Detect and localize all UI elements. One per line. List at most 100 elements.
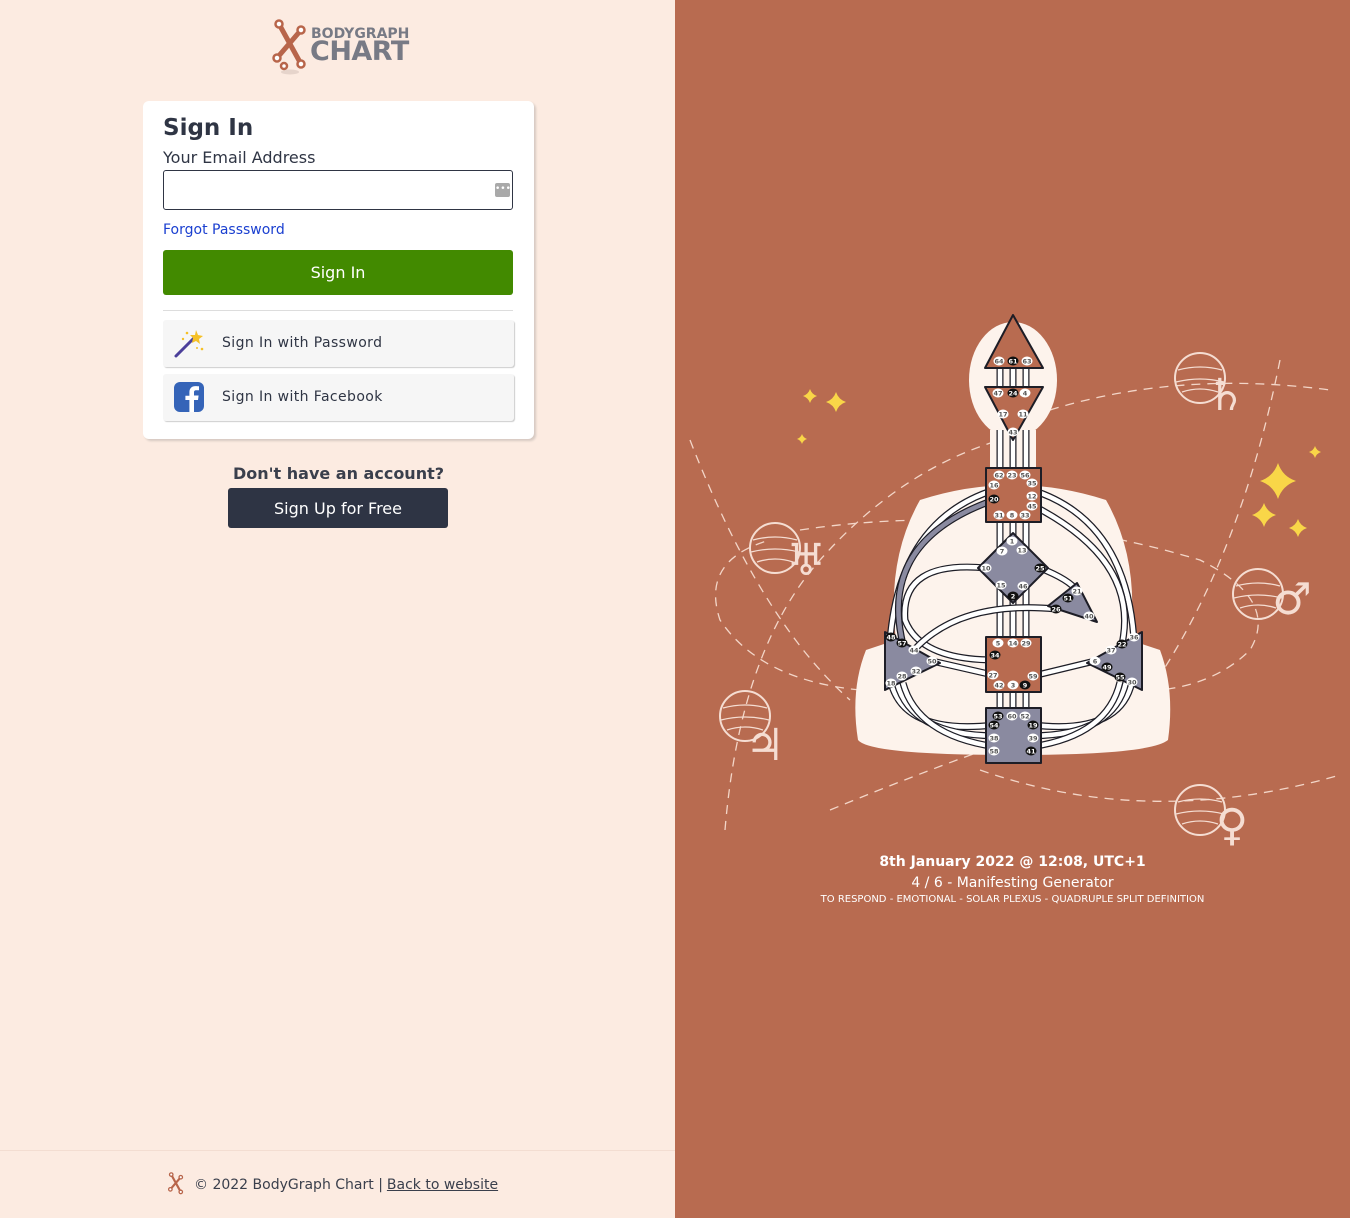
- no-account-prompt: Don't have an account?: [232, 464, 445, 483]
- gate-39: 39: [1027, 733, 1039, 743]
- svg-text:52: 52: [1020, 712, 1029, 720]
- gate-5: 5: [992, 638, 1004, 648]
- sign-up-button[interactable]: Sign Up for Free: [228, 488, 448, 528]
- sign-in-with-password-button[interactable]: Sign In with Password: [163, 320, 514, 367]
- chart-details: TO RESPOND - EMOTIONAL - SOLAR PLEXUS - …: [820, 894, 1205, 905]
- password-manager-icon[interactable]: •••: [495, 183, 511, 197]
- gate-49: 49: [1101, 662, 1113, 672]
- facebook-icon: [174, 382, 204, 412]
- svg-text:8: 8: [1010, 511, 1015, 519]
- svg-text:51: 51: [1063, 594, 1073, 602]
- gate-11: 11: [1017, 409, 1029, 419]
- sign-in-panel: BODYGRAPH CHART Sign In Your Email Addre…: [0, 0, 675, 1218]
- svg-text:10: 10: [981, 564, 991, 572]
- svg-text:39: 39: [1028, 734, 1038, 742]
- venus-icon: ♀: [1174, 784, 1248, 851]
- svg-text:6: 6: [1093, 657, 1098, 665]
- sign-in-with-password-label: Sign In with Password: [222, 335, 383, 351]
- gate-56: 56: [1019, 470, 1031, 480]
- back-to-website-link[interactable]: Back to website: [387, 1177, 498, 1193]
- gate-20: 20: [988, 494, 1000, 504]
- gate-55: 55: [1114, 672, 1126, 682]
- svg-text:63: 63: [1022, 357, 1031, 365]
- svg-text:21: 21: [1072, 587, 1082, 595]
- svg-text:54: 54: [989, 721, 999, 729]
- svg-text:17: 17: [998, 410, 1007, 418]
- svg-text:29: 29: [1021, 639, 1031, 647]
- email-input[interactable]: [170, 172, 490, 208]
- gate-54: 54: [988, 720, 1000, 730]
- mars-icon: ♂: [1232, 568, 1312, 625]
- gate-44: 44: [908, 645, 920, 655]
- gate-14: 14: [1007, 638, 1019, 648]
- gate-24: 24: [1007, 388, 1019, 398]
- svg-text:37: 37: [1106, 646, 1115, 654]
- svg-text:44: 44: [909, 646, 919, 654]
- svg-text:15: 15: [996, 581, 1006, 589]
- gate-58: 58: [988, 746, 1000, 756]
- gate-59: 59: [1027, 671, 1039, 681]
- gate-51: 51: [1062, 593, 1074, 603]
- svg-text:53: 53: [993, 712, 1002, 720]
- gate-7: 7: [996, 546, 1008, 556]
- jupiter-icon: ♃: [719, 690, 785, 771]
- gate-4: 4: [1019, 388, 1031, 398]
- brand-logo[interactable]: BODYGRAPH CHART: [270, 18, 410, 78]
- svg-text:3: 3: [1011, 681, 1016, 689]
- saturn-icon: ♄: [1174, 352, 1246, 421]
- gate-46: 46: [1017, 581, 1029, 591]
- gate-6: 6: [1089, 656, 1101, 666]
- chart-panel: ♅ ♄ ♂ ♃ ♀ 64 61 63 47 24 4 17 11 43 62 23 56 16 35 20 12 45 3…: [675, 0, 1350, 1218]
- gate-1: 1: [1006, 536, 1018, 546]
- svg-text:14: 14: [1008, 639, 1018, 647]
- svg-text:30: 30: [1127, 678, 1137, 686]
- gate-52: 52: [1019, 711, 1031, 721]
- svg-text:38: 38: [989, 734, 999, 742]
- footer: © 2022 BodyGraph Chart | Back to website: [166, 1170, 498, 1200]
- star-icon: [1289, 519, 1307, 537]
- gate-34: 34: [989, 650, 1001, 660]
- svg-text:34: 34: [990, 651, 1000, 659]
- svg-text:18: 18: [886, 679, 896, 687]
- svg-text:61: 61: [1008, 357, 1018, 365]
- footer-divider: [0, 1150, 675, 1151]
- gate-62: 62: [993, 470, 1005, 480]
- star-icon: [797, 434, 807, 444]
- gate-12: 12: [1026, 491, 1038, 501]
- sign-in-button[interactable]: Sign In: [163, 250, 513, 295]
- gate-16: 16: [988, 480, 1000, 490]
- svg-text:62: 62: [994, 471, 1003, 479]
- gate-41: 41: [1025, 746, 1037, 756]
- svg-text:23: 23: [1007, 471, 1016, 479]
- gate-22: 22: [1116, 639, 1128, 649]
- gate-3: 3: [1007, 680, 1019, 690]
- chart-type: 4 / 6 - Manifesting Generator: [911, 875, 1114, 891]
- sign-in-with-facebook-button[interactable]: Sign In with Facebook: [163, 374, 514, 421]
- gate-63: 63: [1021, 356, 1033, 366]
- star-icon: [1309, 446, 1321, 458]
- svg-text:9: 9: [1023, 681, 1028, 689]
- svg-text:57: 57: [897, 639, 906, 647]
- svg-text:36: 36: [1129, 633, 1139, 641]
- gate-30: 30: [1126, 677, 1138, 687]
- gate-57: 57: [896, 638, 908, 648]
- gate-42: 42: [993, 680, 1005, 690]
- svg-text:20: 20: [989, 495, 999, 503]
- gate-2: 2: [1007, 591, 1019, 601]
- gate-31: 31: [993, 510, 1005, 520]
- svg-text:56: 56: [1020, 471, 1030, 479]
- svg-text:48: 48: [886, 633, 896, 641]
- svg-text:43: 43: [1008, 428, 1017, 436]
- gate-15: 15: [995, 580, 1007, 590]
- copyright-text: © 2022 BodyGraph Chart |: [194, 1177, 383, 1193]
- svg-text:40: 40: [1084, 612, 1094, 620]
- footer-logo-icon: [167, 1172, 184, 1195]
- svg-text:11: 11: [1018, 410, 1028, 418]
- svg-text:2: 2: [1011, 592, 1016, 600]
- svg-text:28: 28: [897, 672, 907, 680]
- svg-text:41: 41: [1026, 747, 1036, 755]
- svg-text:32: 32: [911, 667, 920, 675]
- forgot-password-link[interactable]: Forgot Passsword: [163, 222, 285, 238]
- svg-text:7: 7: [1000, 547, 1005, 555]
- email-label: Your Email Address: [163, 148, 316, 167]
